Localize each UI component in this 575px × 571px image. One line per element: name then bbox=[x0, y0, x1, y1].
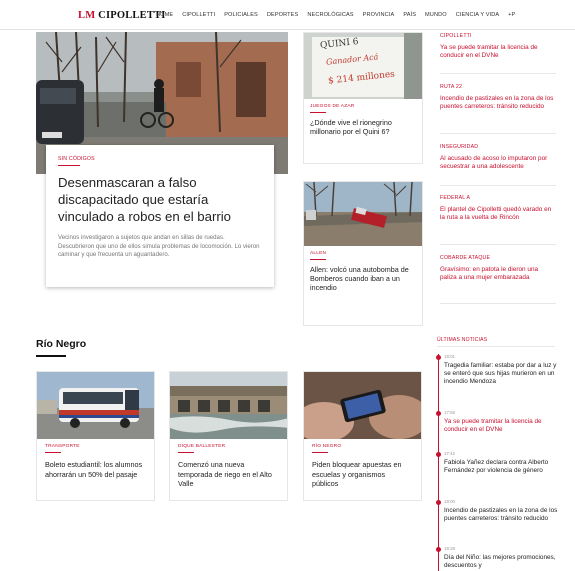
kicker-divider bbox=[312, 452, 328, 453]
news-title[interactable]: Fabiola Yañez declara contra Alberto Fer… bbox=[444, 459, 558, 475]
timeline-dot bbox=[436, 355, 441, 360]
kicker-divider bbox=[58, 165, 80, 166]
top-navbar: LM CIPOLLETTI HOME CIPOLLETTI POLICIALES… bbox=[0, 0, 575, 30]
side-divider bbox=[440, 73, 556, 74]
latest-news-divider bbox=[437, 346, 555, 347]
nav-item-cipolletti[interactable]: CIPOLLETTI bbox=[182, 12, 215, 18]
news-time: 18:00 bbox=[444, 499, 455, 504]
section-title[interactable]: Río Negro bbox=[36, 338, 86, 350]
side-article-5[interactable]: COBARDE ATAQUE Gravísimo: en patota le d… bbox=[440, 255, 556, 282]
side-divider bbox=[440, 133, 556, 134]
side-title[interactable]: Ya se puede tramitar la licencia de cond… bbox=[440, 44, 556, 60]
firetruck-crash-image bbox=[304, 182, 422, 246]
dam-photo bbox=[170, 372, 287, 439]
kicker-divider bbox=[45, 452, 61, 453]
nav-item-pais[interactable]: PAÍS bbox=[403, 12, 416, 18]
article-card-quini[interactable]: QUINI 6 Ganador Acá $ 214 millones JUEGO… bbox=[303, 32, 423, 164]
side-category[interactable]: COBARDE ATAQUE bbox=[440, 255, 556, 261]
timeline-rail bbox=[438, 354, 439, 571]
article-card-rio-negro[interactable]: RÍO NEGRO Piden bloquear apuestas en esc… bbox=[303, 371, 422, 501]
section-underline bbox=[36, 355, 66, 357]
side-title[interactable]: Gravísimo: en patota le dieron una paliz… bbox=[440, 266, 556, 282]
nav-item-policiales[interactable]: POLICIALES bbox=[224, 12, 258, 18]
side-category[interactable]: CIPOLLETTI bbox=[440, 33, 556, 39]
card-kicker[interactable]: ALLEN bbox=[310, 251, 416, 256]
card-kicker[interactable]: TRANSPORTE bbox=[45, 444, 146, 449]
side-divider bbox=[440, 244, 556, 245]
timeline-dot bbox=[436, 500, 441, 505]
news-title[interactable]: Incendio de pastizales en la zona de los… bbox=[444, 507, 558, 523]
hero-article-card[interactable]: SIN CÓDIGOS Desenmascaran a falso discap… bbox=[46, 145, 274, 287]
side-title[interactable]: Al acusado de acoso lo imputaron por sec… bbox=[440, 155, 556, 171]
hero-kicker[interactable]: SIN CÓDIGOS bbox=[58, 156, 262, 162]
article-card-allen[interactable]: ALLEN Allen: volcó una autobomba de Bomb… bbox=[303, 181, 423, 326]
side-category[interactable]: INSEGURIDAD bbox=[440, 144, 556, 150]
news-title[interactable]: Tragedia familiar: estaba por dar a luz … bbox=[444, 362, 558, 386]
nav-item-ciencia-y-vida[interactable]: CIENCIA Y VIDA bbox=[456, 12, 499, 18]
side-article-4[interactable]: FEDERAL A El plantel de Cipolletti quedó… bbox=[440, 195, 556, 222]
card-kicker[interactable]: JUEGOS DE AZAR bbox=[310, 104, 416, 109]
hero-title[interactable]: Desenmascaran a falso discapacitado que … bbox=[58, 174, 262, 225]
latest-news-heading[interactable]: ÚLTIMAS NOTICIAS bbox=[437, 337, 487, 343]
nav-item-deportes[interactable]: DEPORTES bbox=[267, 12, 298, 18]
timeline-dot bbox=[436, 452, 441, 457]
news-time: 17:42 bbox=[444, 451, 455, 456]
side-category[interactable]: RUTA 22 bbox=[440, 84, 556, 90]
kicker-divider bbox=[310, 259, 326, 260]
bus-photo bbox=[37, 372, 154, 439]
card-title[interactable]: Allen: volcó una autobomba de Bomberos c… bbox=[310, 265, 416, 293]
quini-photo: QUINI 6 Ganador Acá $ 214 millones bbox=[304, 33, 422, 99]
bus-image bbox=[37, 372, 154, 439]
side-title[interactable]: El plantel de Cipolletti quedó varado en… bbox=[440, 206, 556, 222]
hero-lead: Vecinos investigaron a sujetos que andan… bbox=[58, 234, 260, 259]
card-title[interactable]: Boleto estudiantil: los alumnos ahorrará… bbox=[45, 460, 146, 479]
side-title[interactable]: Incendio de pastizales en la zona de los… bbox=[440, 95, 556, 111]
logo-prefix: LM bbox=[78, 10, 96, 21]
site-logo[interactable]: LM CIPOLLETTI bbox=[78, 10, 166, 21]
article-card-transporte[interactable]: TRANSPORTE Boleto estudiantil: los alumn… bbox=[36, 371, 155, 501]
card-kicker[interactable]: DIQUE BALLESTER bbox=[178, 444, 279, 449]
side-divider bbox=[440, 185, 556, 186]
news-title[interactable]: Ya se puede tramitar la licencia de cond… bbox=[444, 418, 558, 434]
timeline-dot bbox=[436, 411, 441, 416]
phone-photo bbox=[304, 372, 421, 439]
nav-item-more[interactable]: +P bbox=[508, 12, 515, 18]
kicker-divider bbox=[310, 112, 326, 113]
news-time: 18:01 bbox=[444, 354, 455, 359]
nav-item-mundo[interactable]: MUNDO bbox=[425, 12, 447, 18]
main-menu: HOME CIPOLLETTI POLICIALES DEPORTES NECR… bbox=[156, 12, 515, 18]
allen-photo bbox=[304, 182, 422, 246]
news-time: 18:29 bbox=[444, 546, 455, 551]
article-card-dique[interactable]: DIQUE BALLESTER Comenzó una nueva tempor… bbox=[169, 371, 288, 501]
side-article-2[interactable]: RUTA 22 Incendio de pastizales en la zon… bbox=[440, 84, 556, 111]
side-divider bbox=[440, 303, 556, 304]
card-kicker[interactable]: RÍO NEGRO bbox=[312, 444, 413, 449]
nav-item-provincia[interactable]: PROVINCIA bbox=[363, 12, 395, 18]
side-article-1[interactable]: CIPOLLETTI Ya se puede tramitar la licen… bbox=[440, 33, 556, 60]
news-title[interactable]: Día del Niño: las mejores promociones, d… bbox=[444, 554, 558, 570]
kicker-divider bbox=[178, 452, 194, 453]
card-title[interactable]: Comenzó una nueva temporada de riego en … bbox=[178, 460, 279, 489]
dam-image bbox=[170, 372, 287, 439]
news-time: 17:55 bbox=[444, 410, 455, 415]
card-title[interactable]: ¿Dónde vive el rionegrino millonario por… bbox=[310, 118, 416, 136]
timeline-dot bbox=[436, 547, 441, 552]
nav-item-necrologicas[interactable]: NECROLÓGICAS bbox=[307, 12, 353, 18]
card-title[interactable]: Piden bloquear apuestas en escuelas y or… bbox=[312, 460, 413, 489]
nav-item-home[interactable]: HOME bbox=[156, 12, 173, 18]
phone-hands-image bbox=[304, 372, 421, 439]
side-article-3[interactable]: INSEGURIDAD Al acusado de acoso lo imput… bbox=[440, 144, 556, 171]
side-category[interactable]: FEDERAL A bbox=[440, 195, 556, 201]
